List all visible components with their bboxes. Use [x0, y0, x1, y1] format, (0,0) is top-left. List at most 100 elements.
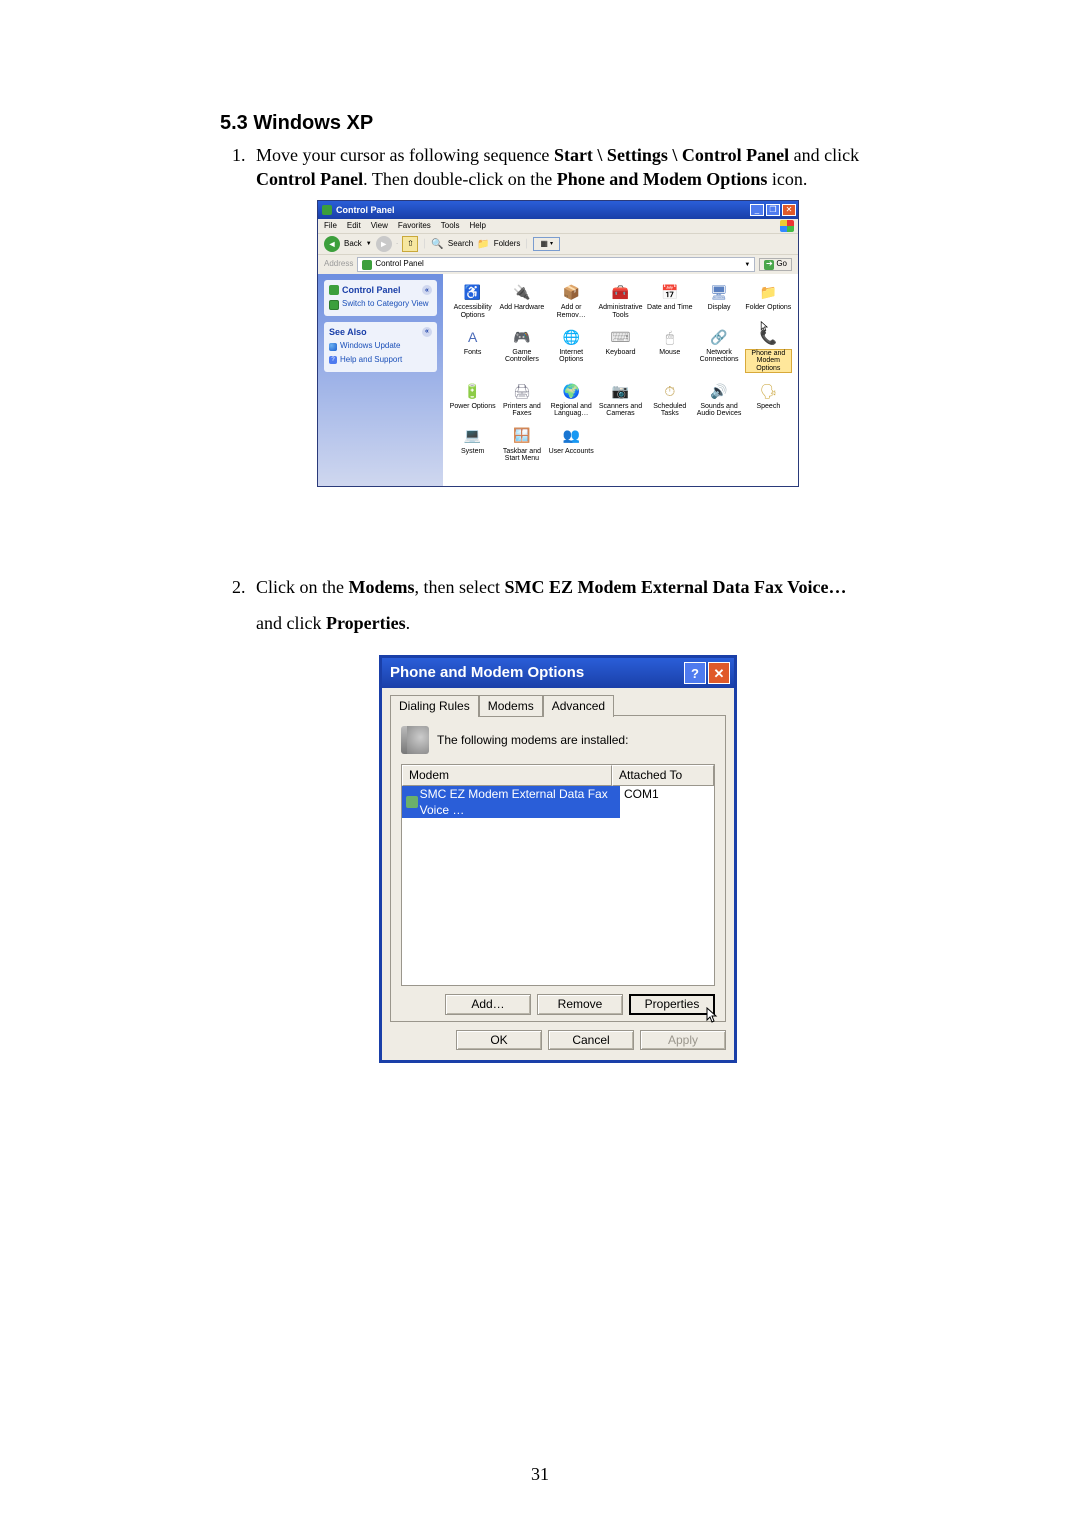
- step1-text: Move your cursor as following sequence S…: [256, 145, 859, 189]
- cp-item-power-options[interactable]: 🔋Power Options: [449, 379, 496, 418]
- cp-item-accessibility-options[interactable]: ♿Accessibility Options: [449, 280, 496, 319]
- cp-item-label: User Accounts: [549, 448, 594, 455]
- cp-item-icon: 💻: [462, 426, 484, 446]
- cp-item-display[interactable]: 🖥Display: [695, 280, 742, 319]
- cp-item-administrative-tools[interactable]: 🧰Administrative Tools: [597, 280, 644, 319]
- add-button[interactable]: Add…: [445, 994, 531, 1014]
- cp-item-label: Fonts: [464, 349, 482, 356]
- folders-label[interactable]: Folders: [494, 239, 521, 250]
- cp-item-game-controllers[interactable]: 🎮 Game Controllers: [498, 325, 545, 373]
- cp-item-add-hardware[interactable]: 🔌Add Hardware: [498, 280, 545, 319]
- cp-item-label: Game Controllers: [498, 349, 545, 364]
- search-icon[interactable]: 🔍: [431, 238, 443, 252]
- up-button[interactable]: ⇧: [402, 236, 418, 252]
- cp-item-label: Scheduled Tasks: [646, 403, 693, 418]
- text: .: [406, 613, 411, 633]
- sidebar-panel1-title: Control Panel: [342, 284, 401, 296]
- cp-item-user-accounts[interactable]: 👥User Accounts: [548, 424, 595, 463]
- apply-button[interactable]: Apply: [640, 1030, 726, 1050]
- address-dropdown-icon[interactable]: ▼: [744, 261, 750, 269]
- cp-item-label: Taskbar and Start Menu: [498, 448, 545, 463]
- cp-item-label: Display: [708, 304, 731, 311]
- cp-item-fonts[interactable]: A Fonts: [449, 325, 496, 373]
- go-button[interactable]: ➔ Go: [759, 258, 792, 271]
- modem-name: SMC EZ Modem External Data Fax Voice …: [420, 786, 616, 818]
- cp-item-icon: 🎮: [511, 327, 533, 347]
- cp-item-internet-options[interactable]: 🌐Internet Options: [548, 325, 595, 373]
- collapse-icon[interactable]: «: [422, 327, 432, 337]
- cp-item-icon: 🔌: [511, 282, 533, 302]
- help-support-link[interactable]: ? Help and Support: [329, 355, 432, 366]
- cp-item-scanners-and-cameras[interactable]: 📷Scanners and Cameras: [597, 379, 644, 418]
- menu-view[interactable]: View: [371, 221, 388, 232]
- view-icon: ▦: [540, 239, 548, 250]
- cp-item-mouse[interactable]: 🖱Mouse: [646, 325, 693, 373]
- cp-item-phone-and-modem-options[interactable]: 📞Phone and Modem Options: [745, 325, 792, 373]
- remove-button[interactable]: Remove: [537, 994, 623, 1014]
- close-button[interactable]: ✕: [782, 204, 796, 216]
- modem-list[interactable]: Modem Attached To SMC EZ Modem External …: [401, 764, 715, 986]
- view-mode-dropdown[interactable]: ▦▾: [533, 237, 560, 251]
- cp-item-date-and-time[interactable]: 📅Date and Time: [646, 280, 693, 319]
- cp-item-add-or-remov[interactable]: 📦Add or Remov…: [548, 280, 595, 319]
- tab-pane: The following modems are installed: Mode…: [390, 715, 726, 1021]
- folders-icon[interactable]: 📁: [477, 238, 489, 252]
- back-label: Back: [344, 239, 362, 250]
- cp-item-scheduled-tasks[interactable]: ⏱Scheduled Tasks: [646, 379, 693, 418]
- windows-update-link[interactable]: Windows Update: [329, 341, 432, 352]
- col-header-modem[interactable]: Modem: [402, 765, 612, 785]
- switch-category-view-link[interactable]: Switch to Category View: [329, 299, 432, 310]
- col-header-attached[interactable]: Attached To: [612, 765, 714, 785]
- cp-item-printers-and-faxes[interactable]: 🖨Printers and Faxes: [498, 379, 545, 418]
- forward-button[interactable]: ►: [376, 236, 392, 252]
- steps-list: Move your cursor as following sequence S…: [220, 143, 860, 1063]
- cp-item-regional-and-languag[interactable]: 🌍Regional and Languag…: [548, 379, 595, 418]
- cp-item-sounds-and-audio-devices[interactable]: 🔊Sounds and Audio Devices: [695, 379, 742, 418]
- dialog-titlebar[interactable]: Phone and Modem Options ? ✕: [382, 658, 734, 688]
- tab-dialing-rules[interactable]: Dialing Rules: [390, 695, 479, 717]
- cp-item-keyboard[interactable]: ⌨Keyboard: [597, 325, 644, 373]
- properties-button[interactable]: Properties: [629, 994, 715, 1014]
- cp-item-label: Power Options: [450, 403, 496, 410]
- minimize-button[interactable]: _: [750, 204, 764, 216]
- cancel-button[interactable]: Cancel: [548, 1030, 634, 1050]
- list-header[interactable]: Modem Attached To: [402, 765, 714, 785]
- cp-item-folder-options[interactable]: 📁Folder Options: [745, 280, 792, 319]
- tab-advanced[interactable]: Advanced: [543, 695, 614, 717]
- window-title: Control Panel: [336, 204, 750, 216]
- cp-item-speech[interactable]: 🗣Speech: [745, 379, 792, 418]
- help-button[interactable]: ?: [684, 662, 706, 684]
- back-button[interactable]: ◄: [324, 236, 340, 252]
- cp-item-system[interactable]: 💻System: [449, 424, 496, 463]
- bold-text: Modems: [349, 577, 415, 597]
- menu-edit[interactable]: Edit: [347, 221, 361, 232]
- menu-file[interactable]: File: [324, 221, 337, 232]
- cp-item-network-connections[interactable]: 🔗Network Connections: [695, 325, 742, 373]
- search-label[interactable]: Search: [448, 239, 473, 250]
- maximize-button[interactable]: ❐: [766, 204, 780, 216]
- go-arrow-icon: ➔: [764, 260, 774, 270]
- address-field[interactable]: Control Panel ▼: [357, 257, 755, 272]
- sidebar-link-label: Switch to Category View: [342, 299, 429, 310]
- ok-button[interactable]: OK: [456, 1030, 542, 1050]
- menu-favorites[interactable]: Favorites: [398, 221, 431, 232]
- close-button[interactable]: ✕: [708, 662, 730, 684]
- cp-item-label: Internet Options: [548, 349, 595, 364]
- cp-item-icon: 🧰: [609, 282, 631, 302]
- text: Click on the: [256, 577, 349, 597]
- cp-item-icon: A: [462, 327, 484, 347]
- tab-modems[interactable]: Modems: [479, 695, 543, 717]
- collapse-icon[interactable]: «: [422, 285, 432, 295]
- menu-help[interactable]: Help: [469, 221, 485, 232]
- back-dropdown-icon[interactable]: ▼: [366, 240, 372, 248]
- cp-item-label: Speech: [756, 403, 780, 410]
- text: . Then double-click on the: [363, 169, 557, 189]
- cp-item-taskbar-and-start-menu[interactable]: 🪟 Taskbar and Start Menu: [498, 424, 545, 463]
- cp-item-icon: 🪟: [511, 426, 533, 446]
- menu-tools[interactable]: Tools: [441, 221, 460, 232]
- document-page: 5.3 Windows XP Move your cursor as follo…: [0, 0, 1080, 1528]
- menubar[interactable]: File Edit View Favorites Tools Help: [318, 219, 798, 234]
- titlebar[interactable]: Control Panel _ ❐ ✕: [318, 201, 798, 219]
- modem-row[interactable]: SMC EZ Modem External Data Fax Voice … C…: [402, 786, 714, 818]
- address-icon: [362, 260, 372, 270]
